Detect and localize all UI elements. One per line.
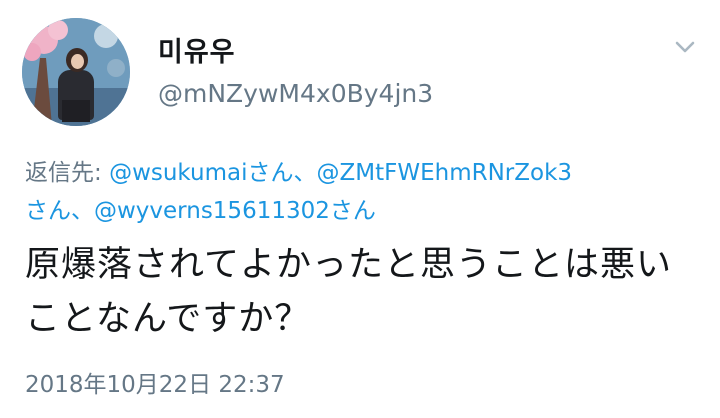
mention-suffix[interactable]: さん [330,198,376,224]
avatar[interactable] [22,18,130,126]
chevron-down-icon[interactable] [674,36,696,58]
avatar-figure-face [71,54,84,69]
tweet-timestamp[interactable]: 2018年10月22日 22:37 [25,365,285,399]
tweet-card: 미유우 @mNZywM4x0By4jn3 返信先: @wsukumaiさん、@Z… [0,0,720,418]
tweet-text: 原爆落されてよかったと思うことは悪いことなんですか？ [25,245,672,339]
mention-suffix[interactable]: さん、 [25,198,94,224]
mention-suffix[interactable]: さん、 [248,160,317,186]
reply-to-line: 返信先: @wsukumaiさん、@ZMtFWEhmRNrZok3 さん、@wyv… [25,154,695,230]
mention-link[interactable]: @ZMtFWEhmRNrZok3 [317,160,573,186]
mention-link[interactable]: @wsukumai [109,160,247,186]
reply-prefix: 返信先: [25,160,110,186]
display-name[interactable]: 미유우 [158,30,236,69]
avatar-figure-skirt [62,100,90,122]
mention-link[interactable]: @wyverns15611302 [94,198,330,224]
user-handle[interactable]: @mNZywM4x0By4jn3 [158,79,433,108]
